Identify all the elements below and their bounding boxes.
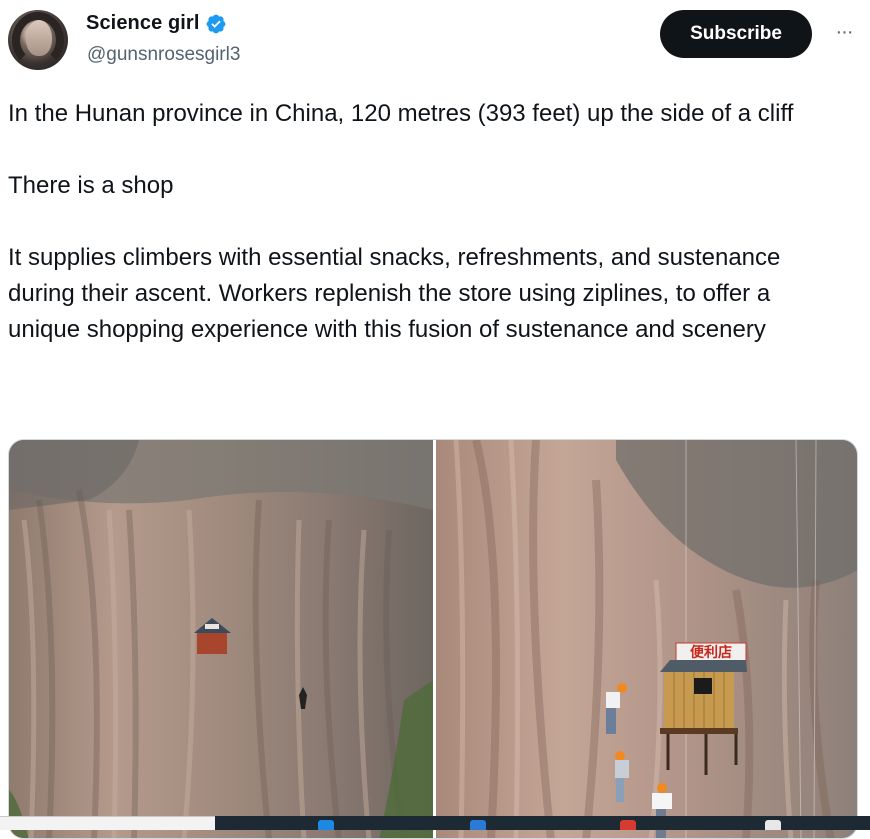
browser-icon[interactable] (318, 820, 334, 830)
cliff-closeup-image: 便利店 (435, 440, 857, 838)
name-row: Science girl (86, 12, 227, 35)
app-icon[interactable] (620, 820, 636, 830)
tweet-paragraph: In the Hunan province in China, 120 metr… (8, 100, 794, 127)
display-name[interactable]: Science girl (86, 12, 199, 35)
tweet-text: In the Hunan province in China, 120 metr… (8, 96, 848, 348)
app-icon-2[interactable] (765, 820, 781, 830)
subscribe-button[interactable]: Subscribe (660, 10, 812, 58)
photo-cliff-shop-closeup[interactable]: 便利店 (435, 440, 857, 838)
author-handle[interactable]: @gunsnrosesgirl3 (87, 44, 240, 66)
os-taskbar (0, 816, 870, 830)
profile-avatar[interactable] (8, 10, 68, 70)
verified-badge-icon[interactable] (205, 13, 227, 35)
taskbar-search-area[interactable] (0, 816, 215, 830)
avatar-face (26, 20, 52, 56)
tweet-paragraph: There is a shop (8, 172, 174, 199)
shop-sign: 便利店 (690, 644, 732, 661)
tweet-paragraph: It supplies climbers with essential snac… (8, 244, 781, 343)
explorer-icon[interactable] (470, 820, 486, 830)
tweet-header: Science girl @gunsnrosesgirl3 Subscribe … (0, 0, 870, 80)
cliff-wide-image (9, 440, 433, 838)
photo-cliff-wide[interactable] (9, 440, 433, 838)
media-grid: 便利店 (8, 439, 858, 839)
more-options-icon[interactable]: ··· (830, 22, 858, 46)
